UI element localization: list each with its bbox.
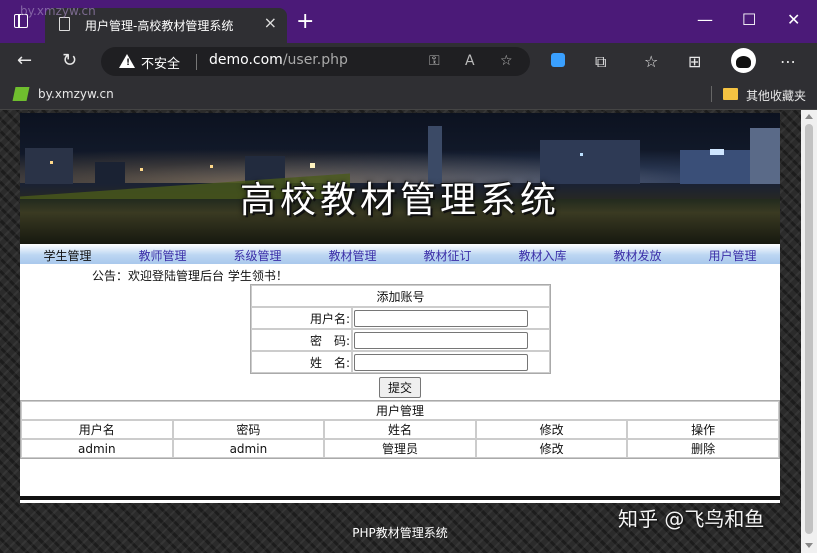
- close-tab-icon[interactable]: ×: [264, 15, 277, 31]
- name-label: 姓 名:: [251, 351, 352, 373]
- menu-item-textbooks[interactable]: 教材管理: [305, 247, 400, 264]
- menu-item-stock-in[interactable]: 教材入库: [495, 247, 590, 264]
- banner-light: [210, 165, 213, 168]
- site-banner: 高校教材管理系统: [20, 113, 780, 244]
- bookmark-link[interactable]: by.xmzyw.cn: [38, 87, 114, 101]
- user-table: 用户管理 用户名 密码 姓名 修改 操作 admin admin 管理员 修改 …: [20, 400, 780, 459]
- banner-light: [310, 163, 315, 168]
- warning-icon: !: [119, 54, 135, 68]
- password-input[interactable]: [354, 331, 528, 349]
- profile-avatar[interactable]: [731, 48, 756, 73]
- collections-icon[interactable]: ⊞: [688, 52, 701, 71]
- url-host: demo.com: [209, 52, 283, 68]
- cell-username: admin: [21, 439, 173, 458]
- extension-icon[interactable]: [551, 53, 565, 67]
- menu-item-users[interactable]: 用户管理: [685, 247, 780, 264]
- other-bookmarks-link[interactable]: 其他收藏夹: [746, 87, 806, 104]
- form-title: 添加账号: [251, 285, 550, 307]
- banner-light: [50, 161, 53, 164]
- back-icon[interactable]: ←: [17, 50, 32, 72]
- page-icon: [59, 17, 70, 31]
- password-cell: [352, 329, 550, 351]
- table-row: admin admin 管理员 修改 删除: [21, 439, 779, 458]
- read-aloud-icon[interactable]: A: [465, 53, 475, 69]
- page-viewport: 高校教材管理系统 学生管理 教师管理 系级管理 教材管理 教材征订 教材入库 教…: [0, 110, 801, 553]
- page-scrollbar[interactable]: [801, 110, 817, 553]
- cell-password: admin: [172, 439, 325, 458]
- minimize-icon[interactable]: —: [697, 10, 713, 29]
- submit-button[interactable]: 提交: [379, 377, 421, 398]
- menu-item-students[interactable]: 学生管理: [20, 247, 115, 264]
- url-path: /user.php: [282, 52, 348, 68]
- table-header-row: 用户名 密码 姓名 修改 操作: [21, 420, 779, 439]
- menu-item-departments[interactable]: 系级管理: [210, 247, 305, 264]
- bookmarks-bar: by.xmzyw.cn 其他收藏夹: [0, 80, 817, 110]
- menu-item-ordering[interactable]: 教材征订: [400, 247, 495, 264]
- scrollbar-thumb[interactable]: [805, 124, 813, 534]
- bookmark-favicon-icon: [12, 87, 30, 101]
- banner-title: 高校教材管理系统: [239, 180, 560, 221]
- column-header: 修改: [475, 420, 628, 439]
- column-header: 姓名: [324, 420, 476, 439]
- key-icon[interactable]: ⚿: [429, 53, 440, 69]
- username-cell: [352, 307, 550, 329]
- favorites-icon[interactable]: ☆: [644, 52, 658, 71]
- extensions-icon[interactable]: ⧉: [595, 52, 606, 72]
- username-input[interactable]: [354, 309, 528, 327]
- bookmarks-separator: [711, 86, 712, 102]
- maximize-icon[interactable]: ☐: [742, 10, 756, 29]
- menu-item-distribution[interactable]: 教材发放: [590, 247, 685, 264]
- column-header: 操作: [627, 420, 779, 439]
- tab-title: 用户管理-高校教材管理系统: [85, 19, 234, 33]
- notice-text: 公告：欢迎登陆管理后台 学生领书！: [92, 269, 288, 283]
- edit-link[interactable]: 修改: [475, 439, 628, 458]
- url-text[interactable]: demo.com/user.php: [209, 52, 348, 68]
- more-menu-icon[interactable]: ⋯: [780, 52, 796, 71]
- cell-name: 管理员: [324, 439, 476, 458]
- browser-titlebar: 用户管理-高校教材管理系统 × + — ☐ ✕ by.xmzyw.cn: [0, 0, 817, 43]
- add-favorite-icon[interactable]: ☆: [500, 53, 513, 69]
- menu-item-teachers[interactable]: 教师管理: [115, 247, 210, 264]
- security-label: 不安全: [141, 57, 181, 72]
- close-window-icon[interactable]: ✕: [787, 10, 800, 29]
- name-cell: [352, 351, 550, 373]
- browser-toolbar: ← ↻ ! 不安全 demo.com/user.php ⚿ A ☆ ⧉ ☆ ⊞ …: [0, 43, 817, 80]
- overlay-watermark: by.xmzyw.cn: [20, 4, 96, 18]
- main-menu: 学生管理 教师管理 系级管理 教材管理 教材征订 教材入库 教材发放 用户管理: [20, 244, 780, 264]
- column-header: 用户名: [21, 420, 173, 439]
- add-account-form: 添加账号 用户名: 密 码: 姓 名:: [250, 284, 551, 374]
- user-table-title: 用户管理: [21, 401, 779, 420]
- scroll-down-icon[interactable]: [805, 543, 813, 548]
- new-tab-icon[interactable]: +: [296, 11, 314, 33]
- delete-link[interactable]: 删除: [627, 439, 779, 458]
- column-header: 密码: [172, 420, 325, 439]
- password-label: 密 码:: [251, 329, 352, 351]
- username-label: 用户名:: [251, 307, 352, 329]
- name-input[interactable]: [354, 353, 528, 371]
- main-content: 公告：欢迎登陆管理后台 学生领书！ 添加账号 用户名: 密 码: 姓 名: 提交…: [20, 264, 780, 496]
- corner-watermark: 知乎 @飞鸟和鱼: [618, 507, 765, 531]
- url-separator: [196, 54, 197, 70]
- address-bar[interactable]: ! 不安全 demo.com/user.php ⚿ A ☆: [101, 47, 530, 76]
- banner-light: [580, 153, 583, 156]
- folder-icon: [723, 88, 738, 100]
- banner-light: [710, 149, 724, 155]
- refresh-icon[interactable]: ↻: [62, 50, 77, 72]
- scroll-up-icon[interactable]: [805, 114, 813, 119]
